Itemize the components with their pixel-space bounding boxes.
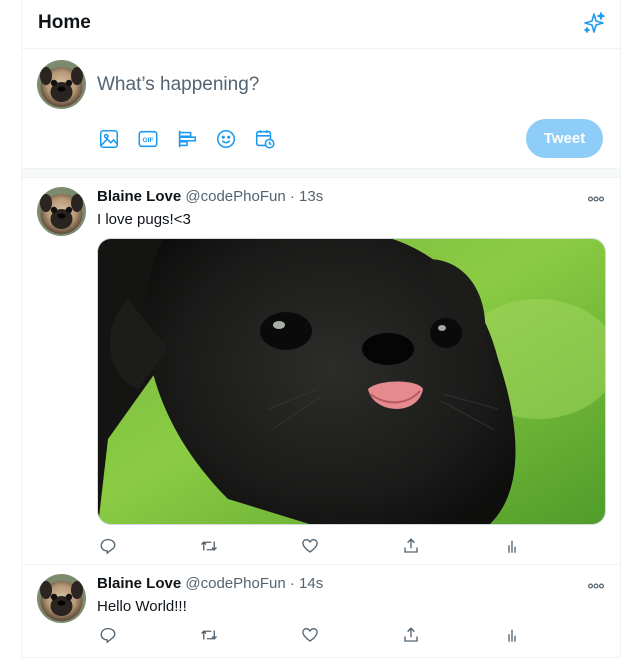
author-name[interactable]: Blaine Love xyxy=(97,575,181,592)
tweet[interactable]: Blaine Love @codePhoFun · 14s Hello Worl… xyxy=(22,565,620,658)
tweet-actions xyxy=(97,535,522,557)
author-handle[interactable]: @codePhoFun xyxy=(185,575,285,592)
reply-icon[interactable] xyxy=(97,535,119,557)
separator-dot: · xyxy=(289,188,295,205)
analytics-icon[interactable] xyxy=(501,624,523,646)
gif-icon[interactable]: GIF xyxy=(134,124,173,154)
avatar[interactable] xyxy=(37,187,86,236)
tweet[interactable]: Blaine Love @codePhoFun · 13s I love pug… xyxy=(22,178,620,565)
like-icon[interactable] xyxy=(299,624,321,646)
share-icon[interactable] xyxy=(400,535,422,557)
tweet-composer: GIF xyxy=(22,49,620,168)
tweet-actions xyxy=(97,624,522,646)
tweet-header: Blaine Love @codePhoFun · 13s xyxy=(97,188,323,205)
avatar[interactable] xyxy=(37,60,86,109)
emoji-icon[interactable] xyxy=(212,124,251,154)
composer-toolbar: GIF xyxy=(95,124,290,154)
timeline-column: Home GIF xyxy=(21,0,621,658)
avatar[interactable] xyxy=(37,574,86,623)
timestamp[interactable]: 14s xyxy=(299,575,323,592)
analytics-icon[interactable] xyxy=(501,535,523,557)
timestamp[interactable]: 13s xyxy=(299,188,323,205)
tweet-text: I love pugs!<3 xyxy=(97,211,191,228)
more-options-icon[interactable] xyxy=(587,578,605,589)
separator-dot: · xyxy=(289,575,295,592)
tweet-text: Hello World!!! xyxy=(97,598,187,615)
author-handle[interactable]: @codePhoFun xyxy=(185,188,285,205)
section-divider xyxy=(22,168,620,178)
svg-text:GIF: GIF xyxy=(143,137,154,144)
page-header: Home xyxy=(22,0,620,49)
like-icon[interactable] xyxy=(299,535,321,557)
reply-icon[interactable] xyxy=(97,624,119,646)
poll-icon[interactable] xyxy=(173,124,212,154)
more-options-icon[interactable] xyxy=(587,191,605,202)
tweet-header: Blaine Love @codePhoFun · 14s xyxy=(97,575,323,592)
retweet-icon[interactable] xyxy=(198,535,220,557)
share-icon[interactable] xyxy=(400,624,422,646)
image-icon[interactable] xyxy=(95,124,134,154)
compose-input[interactable] xyxy=(97,71,577,99)
tweet-button[interactable]: Tweet xyxy=(526,119,603,158)
sparkle-icon[interactable] xyxy=(582,11,606,35)
author-name[interactable]: Blaine Love xyxy=(97,188,181,205)
tweet-image[interactable] xyxy=(97,238,606,525)
retweet-icon[interactable] xyxy=(198,624,220,646)
schedule-icon[interactable] xyxy=(251,124,290,154)
page-title: Home xyxy=(38,12,91,33)
